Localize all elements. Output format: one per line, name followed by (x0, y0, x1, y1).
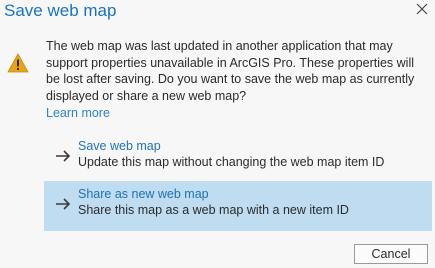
cancel-button[interactable]: Cancel (354, 244, 428, 264)
warning-triangle-icon (7, 53, 29, 73)
warning-message: The web map was last updated in another … (46, 39, 415, 103)
close-button[interactable] (415, 2, 429, 16)
save-web-map-option[interactable]: Save web map Update this map without cha… (44, 133, 432, 183)
option-description: Share this map as a web map with a new i… (78, 203, 349, 217)
arrow-right-icon (56, 150, 71, 162)
close-icon (416, 3, 428, 15)
learn-more-link[interactable]: Learn more (46, 106, 110, 120)
option-title: Save web map (78, 139, 161, 153)
option-title: Share as new web map (78, 187, 209, 201)
arrow-right-icon (56, 198, 71, 210)
option-description: Update this map without changing the web… (78, 155, 385, 169)
share-as-new-web-map-option[interactable]: Share as new web map Share this map as a… (44, 181, 432, 231)
dialog-title: Save web map (4, 1, 117, 20)
